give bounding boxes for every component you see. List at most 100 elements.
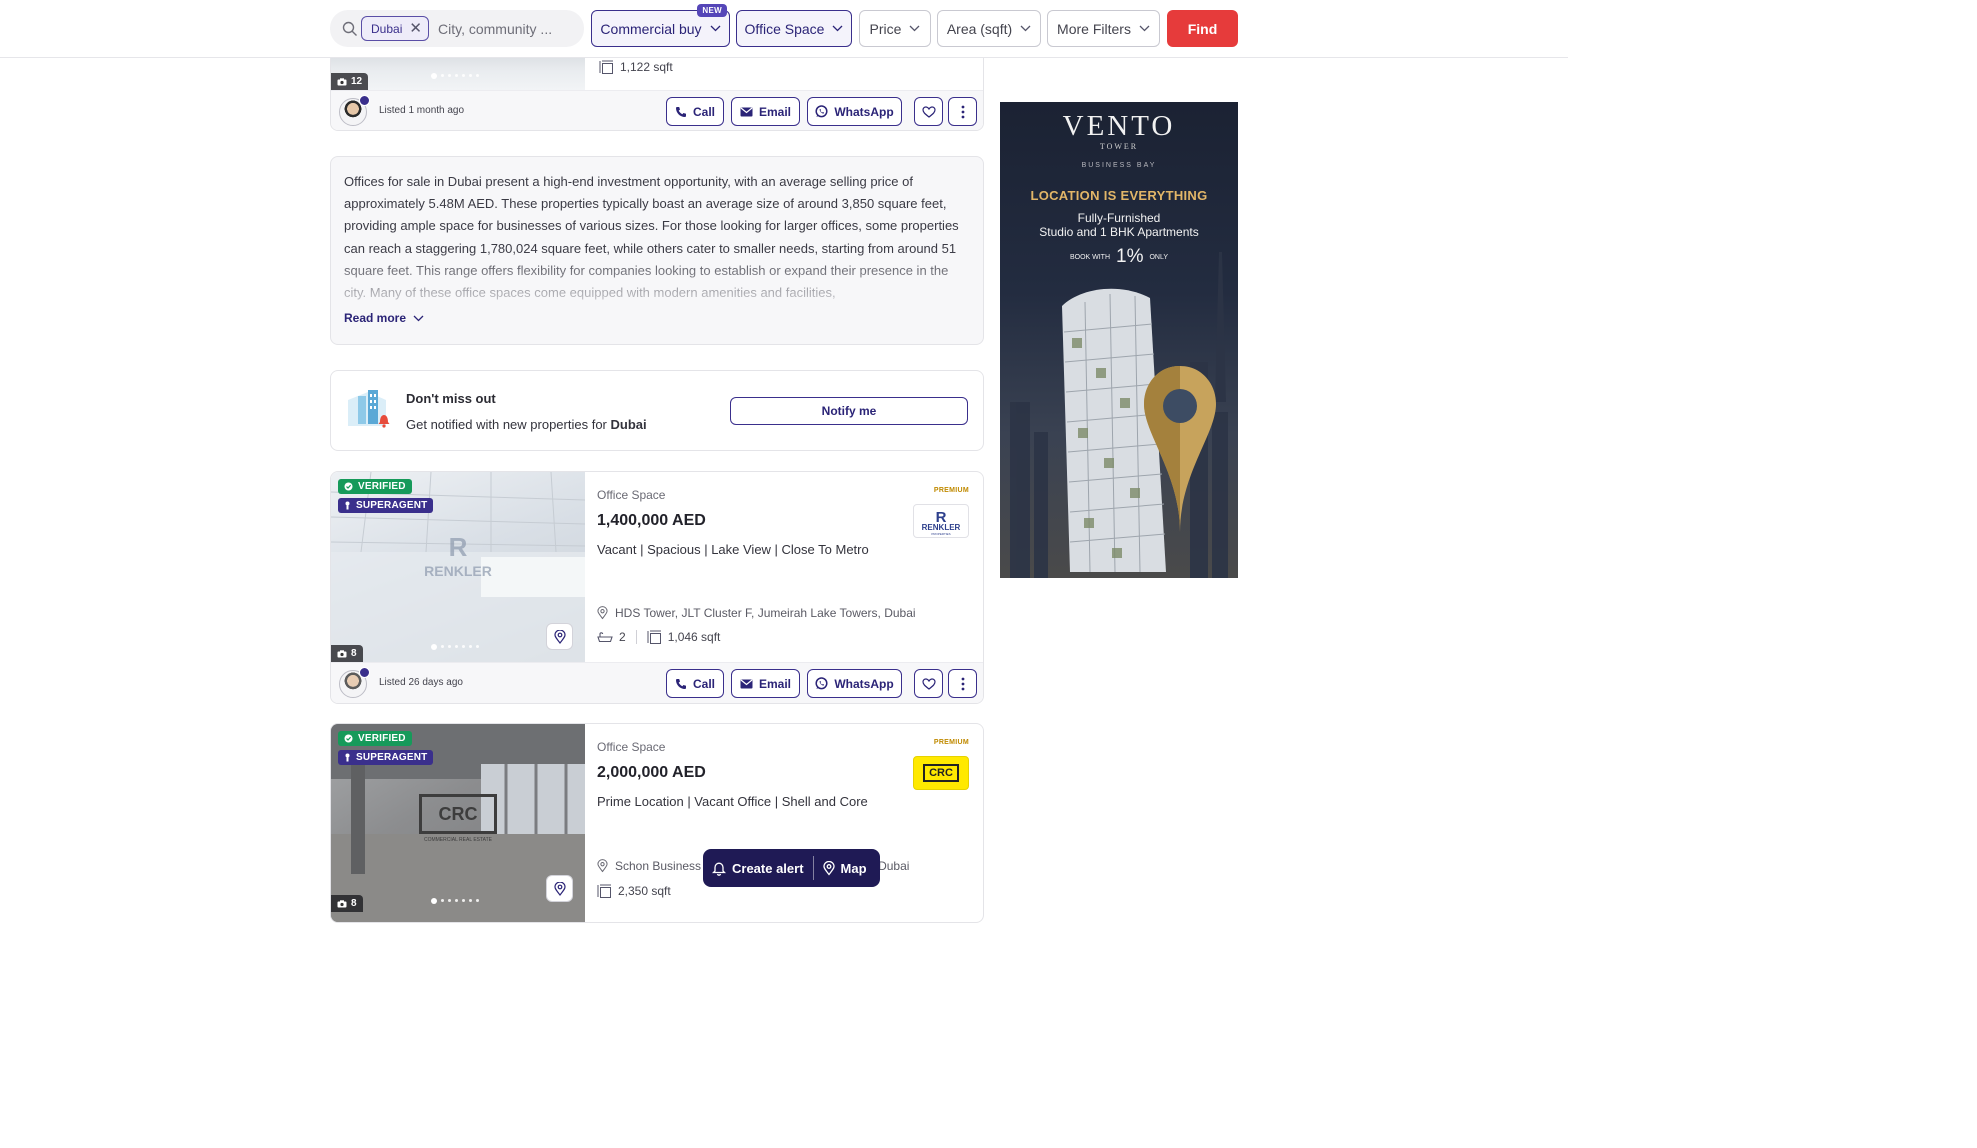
notify-heading: Don't miss out: [406, 391, 496, 406]
listing-photo[interactable]: R RENKLER VERIFIED SUPERAGENT 8: [331, 472, 585, 662]
listing-photo[interactable]: CRC COMMERCIAL REAL ESTATE VERIFIED SUPE…: [331, 724, 585, 922]
email-label: Email: [758, 676, 791, 691]
notify-location: Dubai: [610, 417, 647, 432]
property-type-dropdown[interactable]: Office Space: [736, 10, 852, 47]
listing-card[interactable]: R RENKLER VERIFIED SUPERAGENT 8 Office Sp…: [330, 471, 984, 704]
agent-avatar[interactable]: [339, 95, 370, 126]
location-search[interactable]: Dubai ✕ City, community ...: [330, 10, 584, 47]
photo-count: 8: [331, 895, 363, 912]
whatsapp-button[interactable]: WhatsApp: [807, 669, 902, 698]
superagent-mini-badge: [359, 95, 370, 106]
whatsapp-button[interactable]: WhatsApp: [807, 97, 902, 126]
photo-count-value: 8: [351, 648, 357, 659]
listing-price[interactable]: 2,000,000 AED: [597, 764, 706, 782]
listing-info: Office Space 1,400,000 AED Vacant | Spac…: [597, 472, 973, 662]
read-more-link[interactable]: Read more: [344, 311, 424, 325]
address-text-end: Dubai: [878, 859, 910, 873]
svg-text:PROPERTIES: PROPERTIES: [931, 532, 950, 536]
find-button[interactable]: Find: [1167, 10, 1238, 47]
listing-price[interactable]: 1,400,000 AED: [597, 512, 706, 530]
verified-badge: VERIFIED: [338, 731, 412, 746]
more-options-button[interactable]: [948, 669, 977, 698]
listing-address: HDS Tower, JLT Cluster F, Jumeirah Lake …: [597, 606, 916, 620]
svg-text:RENKLER: RENKLER: [424, 563, 492, 579]
building-alert-icon: [348, 390, 390, 428]
new-badge: NEW: [697, 4, 727, 17]
call-button[interactable]: Call: [666, 669, 724, 698]
more-options-button[interactable]: [948, 97, 977, 126]
superagent-icon: [345, 753, 350, 762]
listing-specs: 2,350 sqft: [597, 884, 671, 898]
heart-icon: [921, 677, 936, 690]
crc-watermark-sub: COMMERCIAL REAL ESTATE: [423, 837, 493, 843]
more-filters-dropdown[interactable]: More Filters: [1047, 10, 1160, 47]
email-button[interactable]: Email: [731, 669, 800, 698]
chevron-down-icon: [1139, 25, 1150, 32]
listing-card[interactable]: CRC COMMERCIAL REAL ESTATE VERIFIED SUPE…: [330, 723, 984, 923]
property-type: Office Space: [597, 740, 666, 754]
location-chip[interactable]: Dubai ✕: [361, 16, 429, 41]
favorite-button[interactable]: [914, 669, 943, 698]
location-pin-icon: [597, 606, 608, 620]
create-alert-label: Create alert: [732, 860, 804, 876]
category-label: Commercial buy: [600, 20, 702, 37]
crc-logo: CRC: [923, 764, 959, 782]
listed-date: Listed 1 month ago: [379, 105, 465, 116]
price-dropdown[interactable]: Price: [859, 10, 931, 47]
photo-carousel-dots[interactable]: [431, 73, 479, 79]
create-alert-button[interactable]: Create alert: [703, 849, 813, 887]
favorite-button[interactable]: [914, 97, 943, 126]
area-icon: [599, 60, 613, 74]
renkler-watermark-logo: RRENKLER: [424, 532, 492, 579]
whatsapp-icon: [815, 677, 828, 690]
chevron-down-icon: [832, 25, 843, 32]
whatsapp-label: WhatsApp: [834, 104, 894, 119]
location-pin-icon: [553, 629, 566, 644]
verified-check-icon: [344, 734, 353, 743]
email-label: Email: [758, 104, 791, 119]
category-dropdown[interactable]: Commercial buy NEW: [591, 4, 730, 47]
verified-label: VERIFIED: [358, 481, 406, 492]
map-button[interactable]: Map: [814, 849, 876, 887]
chevron-down-icon: [413, 315, 424, 321]
location-pin-icon: [553, 881, 566, 896]
search-icon: [342, 21, 357, 36]
call-button[interactable]: Call: [666, 97, 724, 126]
location-pin-icon: [597, 859, 608, 873]
notify-me-button[interactable]: Notify me: [730, 397, 968, 425]
agency-logo[interactable]: CRC: [913, 756, 969, 790]
whatsapp-label: WhatsApp: [834, 676, 894, 691]
listing-title[interactable]: Vacant | Spacious | Lake View | Close To…: [597, 542, 869, 557]
area-value: 1,122 sqft: [620, 60, 673, 74]
email-button[interactable]: Email: [731, 97, 800, 126]
listing-title[interactable]: Prime Location | Vacant Office | Shell a…: [597, 794, 868, 809]
vento-tower-ad[interactable]: VENTO TOWER BUSINESS BAY LOCATION IS EVE…: [1000, 102, 1238, 578]
map-label: Map: [840, 860, 867, 876]
bell-icon: [712, 862, 726, 876]
kebab-menu-icon: [961, 677, 964, 690]
listed-date: Listed 26 days ago: [379, 677, 463, 688]
read-more-label: Read more: [344, 311, 407, 325]
phone-icon: [675, 678, 686, 689]
call-label: Call: [692, 676, 715, 691]
description-text: Offices for sale in Dubai present a high…: [344, 174, 959, 301]
search-input[interactable]: City, community ...: [438, 21, 552, 37]
photo-carousel-dots[interactable]: [431, 898, 479, 904]
area-dropdown[interactable]: Area (sqft): [937, 10, 1041, 47]
agent-avatar[interactable]: [339, 667, 370, 698]
call-label: Call: [692, 104, 715, 119]
notify-subtext-prefix: Get notified with new properties for: [406, 417, 607, 432]
photo-count-value: 8: [351, 898, 357, 909]
bath-count: 2: [619, 630, 626, 644]
kebab-menu-icon: [961, 105, 964, 118]
map-pin-button[interactable]: [546, 623, 573, 650]
verified-check-icon: [344, 482, 353, 491]
photo-carousel-dots[interactable]: [431, 644, 479, 650]
map-pin-button[interactable]: [546, 875, 573, 902]
search-header: Dubai ✕ City, community ... Commercial b…: [0, 0, 1568, 58]
area-icon: [647, 630, 661, 644]
superagent-badge: SUPERAGENT: [338, 750, 434, 765]
agency-logo[interactable]: R RENKLER PROPERTIES: [913, 504, 969, 538]
chevron-down-icon: [909, 25, 920, 32]
remove-chip-icon[interactable]: ✕: [409, 21, 422, 36]
